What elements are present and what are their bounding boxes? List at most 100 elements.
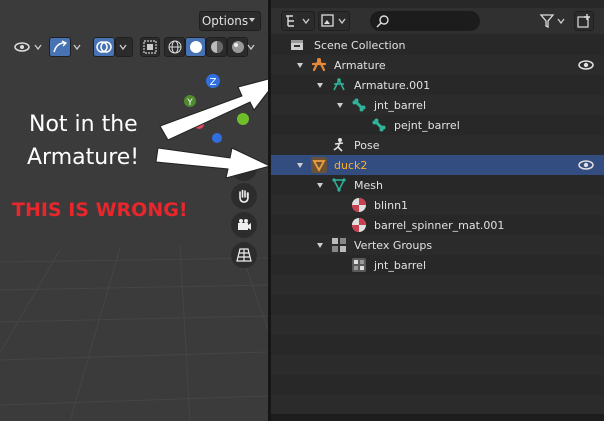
outliner-bottom-border xyxy=(271,414,604,421)
3d-viewport[interactable]: Options Z Y Not in the Armature! THIS IS… xyxy=(0,0,268,421)
wireframe-shading-button[interactable] xyxy=(164,37,185,57)
mesh-object-icon xyxy=(311,157,327,173)
gizmo-y-label: Y xyxy=(186,98,193,108)
material-icon xyxy=(351,217,367,233)
tree-row-label: jnt_barrel xyxy=(374,98,426,112)
gizmo-z-label: Z xyxy=(210,77,217,88)
new-collection-button[interactable] xyxy=(574,11,594,31)
disclosure-triangle-icon[interactable] xyxy=(337,103,343,108)
xray-toggle-button[interactable] xyxy=(140,37,160,57)
tree-row-bone-jnt-barrel[interactable]: jnt_barrel xyxy=(271,95,604,115)
tree-row-scene-collection[interactable]: Scene Collection xyxy=(271,35,604,55)
tree-row-bone-pejnt-barrel[interactable]: pejnt_barrel xyxy=(271,115,604,135)
tree-row-label: barrel_spinner_mat.001 xyxy=(374,218,505,232)
tree-row-armature-data[interactable]: Armature.001 xyxy=(271,75,604,95)
scene-collection-icon xyxy=(289,37,305,53)
disclosure-triangle-icon[interactable] xyxy=(317,83,323,88)
display-mode-dropdown[interactable] xyxy=(281,11,315,31)
eye-icon[interactable] xyxy=(578,57,594,73)
outliner-tree-icon xyxy=(286,15,310,27)
empty-row xyxy=(271,295,604,315)
overlays-toggle-button[interactable] xyxy=(93,37,115,57)
tree-row-label: Armature xyxy=(334,58,386,72)
new-collection-icon xyxy=(577,14,590,28)
tree-row-label: Pose xyxy=(354,138,380,152)
empty-row xyxy=(271,335,604,355)
outliner-header xyxy=(271,8,604,34)
pose-icon xyxy=(331,137,347,153)
empty-row xyxy=(271,375,604,395)
tree-row-pose[interactable]: Pose xyxy=(271,135,604,155)
tree-row-label: Mesh xyxy=(354,178,383,192)
wireframe-sphere-icon xyxy=(168,40,181,54)
library-filter-dropdown[interactable] xyxy=(318,11,350,31)
vertex-group-icon xyxy=(351,257,367,273)
tree-row-armature[interactable]: Armature xyxy=(271,55,604,75)
gizmo-icon xyxy=(53,40,68,53)
gizmo-toggle-button[interactable] xyxy=(49,37,71,57)
outliner-panel: Scene Collection Armature Armature.001 j… xyxy=(271,0,604,421)
armature-object-icon xyxy=(311,57,327,73)
chevron-down-icon xyxy=(73,44,81,51)
overlays-dropdown[interactable] xyxy=(115,37,133,57)
pan-tool-button[interactable] xyxy=(231,183,257,209)
options-dropdown[interactable]: Options xyxy=(199,11,261,31)
eye-icon[interactable] xyxy=(578,157,594,173)
bone-icon xyxy=(371,117,387,133)
empty-row xyxy=(271,395,604,415)
rendered-shading-button[interactable] xyxy=(227,37,248,57)
empty-row xyxy=(271,355,604,375)
armature-data-icon xyxy=(331,77,347,93)
empty-row xyxy=(271,275,604,295)
annotation-line1: Not in the xyxy=(29,112,138,137)
mesh-data-icon xyxy=(331,177,347,193)
eye-dropdown-icon xyxy=(14,42,42,52)
rendered-sphere-icon xyxy=(231,41,244,53)
tree-row-duck2[interactable]: duck2 xyxy=(271,155,604,175)
tree-row-mesh[interactable]: Mesh xyxy=(271,175,604,195)
tree-row-material-barrel-spinner[interactable]: barrel_spinner_mat.001 xyxy=(271,215,604,235)
camera-view-button[interactable] xyxy=(231,212,257,238)
zoom-icon xyxy=(238,162,248,172)
material-icon xyxy=(351,197,367,213)
annotation-line2: Armature! xyxy=(27,145,140,170)
options-label: Options xyxy=(201,14,249,28)
search-input[interactable] xyxy=(370,11,480,31)
filter-funnel-icon xyxy=(539,14,565,28)
chevron-down-icon xyxy=(249,18,255,22)
tree-row-vertex-group-jnt-barrel[interactable]: jnt_barrel xyxy=(271,255,604,275)
tree-row-vertex-groups[interactable]: Vertex Groups xyxy=(271,235,604,255)
tree-row-label: blinn1 xyxy=(374,198,409,212)
tree-row-label: pejnt_barrel xyxy=(394,118,460,132)
navigation-gizmo[interactable]: Z Y xyxy=(180,68,260,158)
zoom-tool-button[interactable] xyxy=(231,155,257,181)
warning-text: THIS IS WRONG! xyxy=(12,199,188,221)
tree-row-label: Armature.001 xyxy=(354,78,431,92)
visibility-dropdown[interactable] xyxy=(13,37,45,57)
chevron-down-icon xyxy=(247,44,255,51)
disclosure-triangle-icon[interactable] xyxy=(297,163,303,168)
shading-dropdown[interactable] xyxy=(246,37,258,57)
gizmo-dropdown[interactable] xyxy=(72,37,84,57)
solid-sphere-icon xyxy=(189,41,202,53)
chevron-down-icon xyxy=(119,44,127,51)
camera-icon xyxy=(238,219,251,230)
perspective-toggle-button[interactable] xyxy=(231,242,257,268)
shading-buttons xyxy=(164,37,248,57)
tree-row-label: jnt_barrel xyxy=(374,258,426,272)
solid-shading-button[interactable] xyxy=(185,37,206,57)
overlays-icon xyxy=(96,41,112,53)
disclosure-triangle-icon[interactable] xyxy=(297,63,303,68)
tree-row-label: Vertex Groups xyxy=(354,238,433,252)
vertex-groups-icon xyxy=(331,237,347,253)
disclosure-triangle-icon[interactable] xyxy=(317,243,323,248)
filter-dropdown[interactable] xyxy=(537,11,569,31)
grid-perspective-icon xyxy=(236,248,252,262)
search-icon xyxy=(376,15,389,28)
empty-row xyxy=(271,315,604,335)
viewport-header: Options xyxy=(0,8,268,36)
hand-icon xyxy=(239,189,249,203)
tree-row-material-blinn1[interactable]: blinn1 xyxy=(271,195,604,215)
material-shading-button[interactable] xyxy=(206,37,227,57)
disclosure-triangle-icon[interactable] xyxy=(317,183,323,188)
